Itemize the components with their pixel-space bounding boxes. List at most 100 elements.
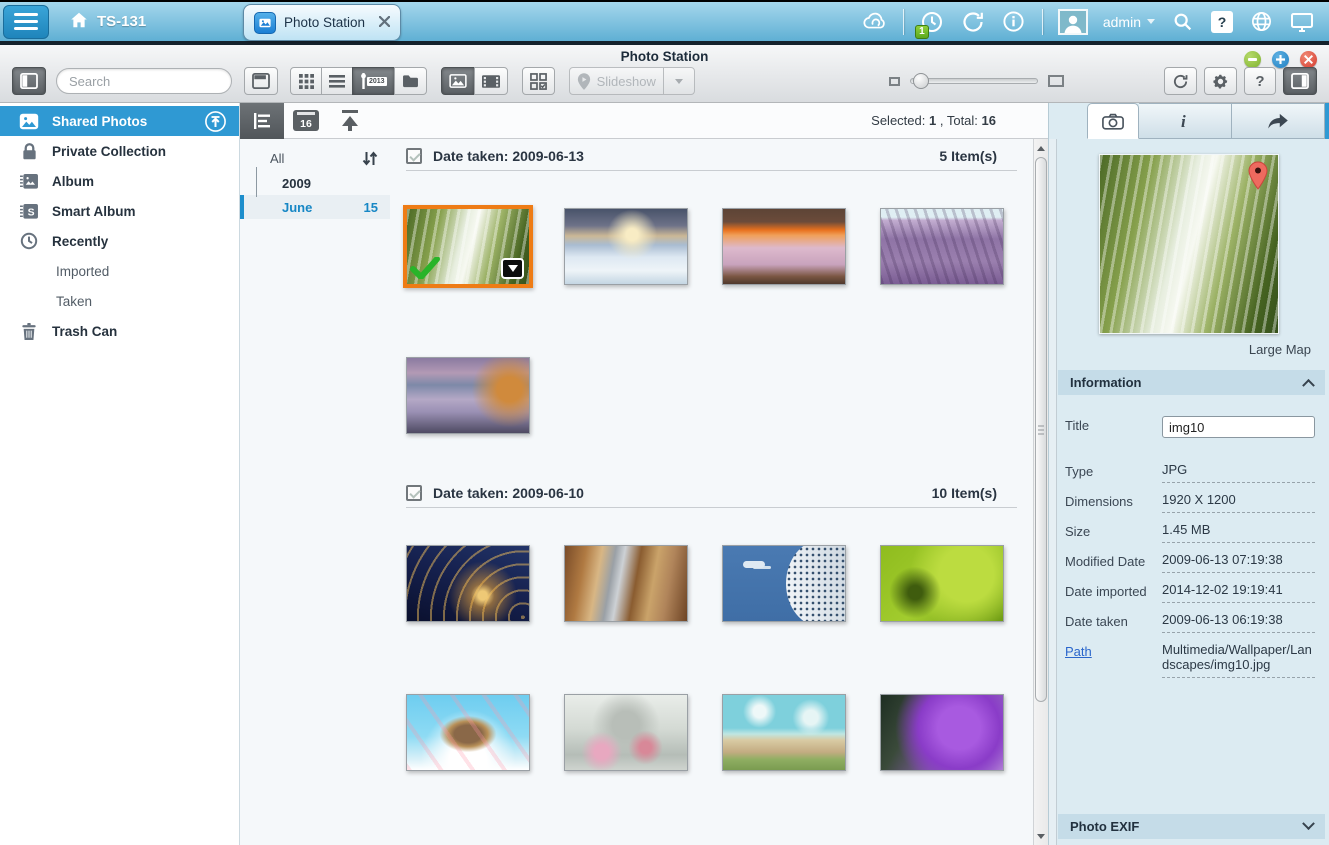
sidebar-item-smart-album[interactable]: S Smart Album (0, 196, 239, 226)
view-timeline-button[interactable]: 2013 (352, 67, 395, 95)
photo-thumb-canyon[interactable] (722, 208, 846, 285)
title-field-row: Title (1065, 416, 1315, 438)
slideshow-button[interactable]: Slideshow (568, 67, 664, 95)
photo-thumb-tunnel[interactable] (406, 545, 530, 622)
photo-thumb-waterfall[interactable] (403, 205, 533, 288)
photo-exif-section-header[interactable]: Photo EXIF (1058, 814, 1325, 839)
sidebar-item-album[interactable]: Album (0, 166, 239, 196)
photo-thumb-island[interactable] (406, 694, 530, 771)
help-icon[interactable]: ? (1211, 10, 1233, 33)
sync-icon[interactable] (960, 9, 986, 35)
photo-thumb-town[interactable] (722, 694, 846, 771)
media-type-group (440, 67, 508, 95)
group-checkbox[interactable] (406, 484, 422, 501)
timeline-all[interactable]: All (240, 145, 390, 171)
field-value: 1.45 MB (1162, 522, 1315, 543)
refresh-button[interactable] (1164, 67, 1197, 95)
tab-label: Photo Station (284, 15, 366, 30)
notification-badge: 1 (914, 24, 929, 39)
title-input[interactable] (1162, 416, 1315, 438)
view-thumbnail-button[interactable] (290, 67, 322, 95)
tab-camera[interactable] (1087, 103, 1139, 139)
slider-knob[interactable] (913, 73, 929, 89)
thumbnail-size-slider[interactable] (910, 73, 1038, 89)
photo-preview[interactable] (1099, 154, 1279, 334)
sidebar-item-label: Imported (56, 263, 110, 279)
tab-information[interactable]: i (1139, 103, 1232, 139)
content-scrollbar[interactable] (1033, 139, 1048, 845)
group-checkbox[interactable] (406, 147, 422, 164)
cloud-icon[interactable] (862, 9, 888, 35)
tab-share[interactable] (1232, 103, 1325, 139)
timeline-month-june[interactable]: June 15 (240, 195, 390, 219)
photo-thumb-metal[interactable] (564, 545, 688, 622)
sidebar-item-recently[interactable]: Recently (0, 226, 239, 256)
device-name: TS-131 (97, 13, 147, 30)
settings-button[interactable] (1204, 67, 1237, 95)
multi-select-button[interactable] (521, 67, 555, 95)
zoom-out-icon[interactable] (889, 76, 900, 86)
info-icon[interactable] (1001, 9, 1027, 35)
field-label[interactable]: Path (1065, 642, 1162, 659)
user-avatar[interactable] (1057, 8, 1088, 35)
sidebar-item-private-collection[interactable]: Private Collection (0, 136, 239, 166)
topbar-separator (1041, 8, 1043, 35)
sidebar-item-label: Album (52, 173, 94, 189)
search-input[interactable] (67, 72, 247, 90)
info-field-row: Dimensions 1920 X 1200 (1065, 492, 1315, 513)
calendar-view-button[interactable]: 16 (284, 103, 328, 139)
show-photos-button[interactable] (440, 67, 475, 95)
help-button[interactable]: ? (1244, 67, 1276, 95)
selected-check-icon (410, 256, 440, 282)
slideshow-dropdown-button[interactable] (662, 67, 695, 95)
photo-thumb-lavender[interactable] (880, 208, 1004, 285)
view-list-button[interactable] (321, 67, 353, 95)
photo-thumb-pastel[interactable] (564, 694, 688, 771)
svg-text:S: S (28, 207, 35, 218)
background-tasks-icon[interactable]: 1 (914, 9, 945, 39)
main-menu-button[interactable] (3, 4, 49, 39)
user-menu[interactable]: admin (1103, 14, 1155, 30)
language-globe-icon[interactable] (1248, 9, 1274, 35)
sidebar-item-shared-photos[interactable]: Shared Photos (0, 106, 239, 136)
view-folder-button[interactable] (393, 67, 427, 95)
tab-close-icon[interactable] (378, 15, 391, 30)
photo-thumb-succulent[interactable] (880, 545, 1004, 622)
photo-icon (18, 113, 40, 130)
sort-icon[interactable] (362, 150, 378, 166)
scrollbar-thumb[interactable] (1035, 157, 1047, 702)
information-section-header[interactable]: Information (1058, 370, 1325, 395)
timeline-list-view-button[interactable] (240, 102, 284, 139)
thumb-menu-icon[interactable] (501, 258, 524, 279)
panel-scroll-strip (1049, 139, 1057, 845)
field-label: Modified Date (1065, 554, 1146, 569)
photo-thumb-iceberg[interactable] (564, 208, 688, 285)
toggle-left-panel-button[interactable] (12, 67, 46, 95)
timeline-year[interactable]: 2009 (240, 167, 390, 197)
upload-icon[interactable] (204, 110, 227, 133)
tab-photo-station[interactable]: Photo Station (243, 4, 401, 41)
scroll-down-icon[interactable] (1034, 829, 1048, 843)
collapse-all-button[interactable] (328, 103, 372, 139)
photo-thumb-ocean[interactable] (406, 357, 530, 434)
nas-home[interactable]: TS-131 (69, 10, 146, 34)
selection-status: Selected: 1 , Total: 16 (871, 113, 996, 128)
desktop-icon[interactable] (1289, 9, 1315, 35)
toggle-info-panel-button[interactable] (1283, 67, 1317, 95)
svg-text:i: i (1181, 112, 1186, 130)
sidebar-item-trash-can[interactable]: Trash Can (0, 316, 239, 346)
show-videos-button[interactable] (473, 67, 508, 95)
photo-thumb-dome[interactable] (722, 545, 846, 622)
large-map-link[interactable]: Large Map (1249, 342, 1311, 357)
sidebar-item-taken[interactable]: Taken (0, 286, 239, 316)
browse-panel-button[interactable] (244, 67, 278, 95)
zoom-in-icon[interactable] (1048, 75, 1064, 87)
search-icon[interactable] (1170, 9, 1196, 35)
geotag-pin-icon[interactable] (1246, 161, 1270, 194)
photo-thumb-thistle[interactable] (880, 694, 1004, 771)
timeline-year-badge: 2013 (367, 76, 387, 86)
scroll-up-icon[interactable] (1034, 141, 1048, 155)
search-box[interactable] (56, 68, 258, 94)
sidebar-item-imported[interactable]: Imported (0, 256, 239, 286)
slideshow-label: Slideshow (596, 73, 656, 89)
